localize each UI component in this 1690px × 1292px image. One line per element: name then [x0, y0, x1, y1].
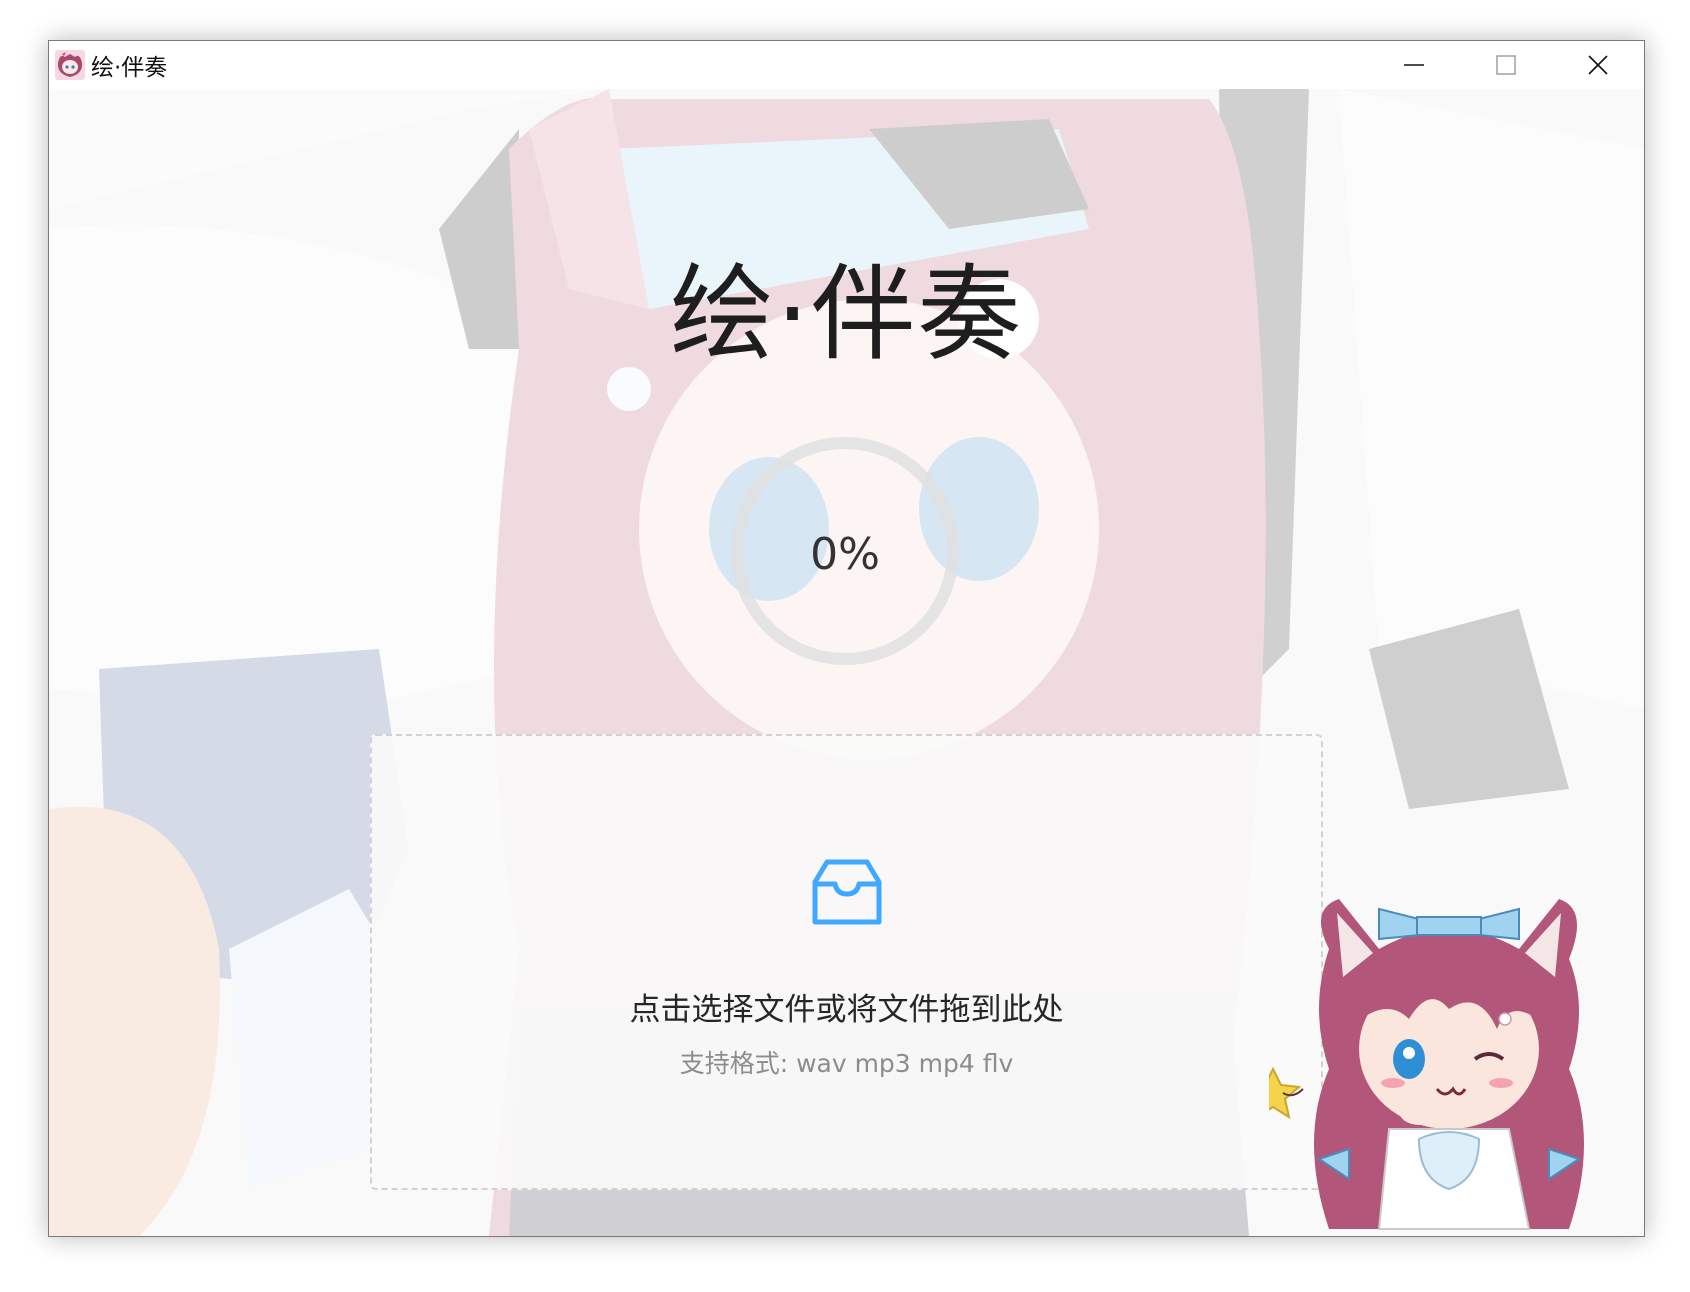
upload-hint: 点击选择文件或将文件拖到此处 [629, 992, 1064, 1028]
progress-label: 0% [810, 529, 880, 580]
mascot-illustration [1269, 899, 1584, 1230]
app-logo-icon [55, 50, 85, 80]
close-icon [1588, 55, 1608, 75]
inbox-icon [812, 859, 882, 925]
app-title: 绘·伴奏 [669, 253, 1024, 375]
app-window: 绘·伴奏 绘·伴奏 0% 点击选择文件或将文件拖到此处 支持格式: wav mp… [48, 40, 1645, 1237]
minimize-button[interactable] [1368, 41, 1460, 89]
maximize-icon [1496, 55, 1516, 75]
close-button[interactable] [1552, 41, 1644, 89]
main-content: 绘·伴奏 0% 点击选择文件或将文件拖到此处 支持格式: wav mp3 mp4… [49, 89, 1644, 1236]
progress-circle: 0% [725, 431, 965, 671]
supported-formats: 支持格式: wav mp3 mp4 flv [679, 1049, 1014, 1078]
minimize-icon [1404, 64, 1424, 66]
window-title: 绘·伴奏 [91, 55, 168, 81]
maximize-button[interactable] [1460, 41, 1552, 89]
title-bar[interactable]: 绘·伴奏 [49, 41, 1644, 89]
upload-dropzone[interactable]: 点击选择文件或将文件拖到此处 支持格式: wav mp3 mp4 flv [370, 734, 1323, 1190]
